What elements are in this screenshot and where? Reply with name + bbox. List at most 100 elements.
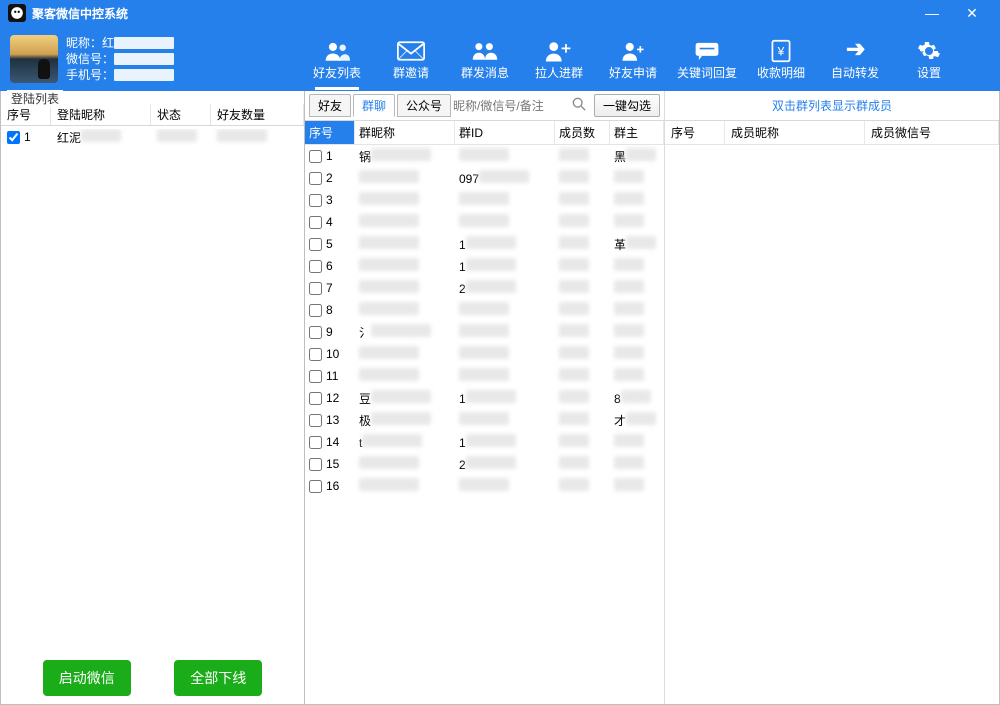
nav-payment-details[interactable]: ¥ 收款明细 [749, 34, 813, 83]
col-owner[interactable]: 群主 [610, 121, 664, 144]
row-checkbox[interactable] [309, 414, 322, 427]
row-checkbox[interactable] [309, 458, 322, 471]
tab-groups[interactable]: 群聊 [353, 94, 395, 117]
nickname-label: 昵称： [66, 35, 102, 51]
offline-all-button[interactable]: 全部下线 [174, 660, 262, 696]
redacted [559, 368, 589, 381]
close-button[interactable]: ✕ [952, 5, 992, 22]
nav-label: 群邀请 [379, 64, 443, 81]
nav-friends-list[interactable]: 好友列表 [305, 34, 369, 83]
row-checkbox[interactable] [309, 370, 322, 383]
group-row[interactable]: 2097 [305, 167, 664, 189]
redacted [459, 412, 509, 425]
col-member-wx[interactable]: 成员微信号 [865, 121, 999, 144]
nav-add-to-group[interactable]: 拉人进群 [527, 34, 591, 83]
group-row[interactable]: 4 [305, 211, 664, 233]
group-row[interactable]: 72 [305, 277, 664, 299]
row-checkbox[interactable] [309, 392, 322, 405]
row-checkbox[interactable] [309, 238, 322, 251]
redacted [114, 53, 174, 65]
group-row[interactable]: 61 [305, 255, 664, 277]
group-row[interactable]: 8 [305, 299, 664, 321]
row-checkbox[interactable] [309, 304, 322, 317]
search-box [453, 97, 592, 114]
row-nick: 红泥 [57, 131, 81, 145]
nav-auto-forward[interactable]: 自动转发 [823, 34, 887, 83]
group-row[interactable]: 12豆18 [305, 387, 664, 409]
col-status[interactable]: 状态 [151, 104, 211, 125]
group-row[interactable]: 9氵 [305, 321, 664, 343]
row-checkbox[interactable] [309, 282, 322, 295]
broadcast-icon [453, 38, 517, 64]
group-row[interactable]: 13极才 [305, 409, 664, 431]
group-row[interactable]: 14t1 [305, 431, 664, 453]
group-row[interactable]: 16 [305, 475, 664, 497]
body: 登陆列表 序号 登陆昵称 状态 好友数量 1 红泥 启动微信 全部下线 好友 群… [0, 91, 1000, 705]
redacted [359, 478, 419, 491]
col-group-name[interactable]: 群昵称 [355, 121, 455, 144]
tab-friends[interactable]: 好友 [309, 94, 351, 117]
nav-label: 好友申请 [601, 64, 665, 81]
friends-icon [305, 38, 369, 64]
redacted [614, 258, 644, 271]
forward-icon [823, 38, 887, 64]
login-row[interactable]: 1 红泥 [1, 126, 304, 148]
nav-friend-request[interactable]: 好友申请 [601, 34, 665, 83]
row-checkbox[interactable] [309, 260, 322, 273]
group-row[interactable]: 10 [305, 343, 664, 365]
redacted [614, 214, 644, 227]
row-checkbox[interactable] [309, 194, 322, 207]
redacted [359, 456, 419, 469]
group-row[interactable]: 152 [305, 453, 664, 475]
group-row[interactable]: 51革 [305, 233, 664, 255]
row-checkbox[interactable] [309, 172, 322, 185]
nav-label: 拉人进群 [527, 64, 591, 81]
row-checkbox[interactable] [309, 150, 322, 163]
row-seq: 16 [326, 479, 339, 493]
start-wechat-button[interactable]: 启动微信 [43, 660, 131, 696]
row-checkbox[interactable] [309, 216, 322, 229]
col-seq[interactable]: 序号 [305, 121, 355, 144]
tab-official[interactable]: 公众号 [397, 94, 451, 117]
redacted [466, 280, 516, 293]
nav-group-invite[interactable]: 群邀请 [379, 34, 443, 83]
nav-settings[interactable]: 设置 [897, 34, 961, 83]
row-seq: 8 [326, 303, 333, 317]
redacted [359, 236, 419, 249]
group-row[interactable]: 11 [305, 365, 664, 387]
envelope-icon [379, 38, 443, 64]
redacted [459, 346, 509, 359]
row-checkbox[interactable] [309, 436, 322, 449]
group-row[interactable]: 3 [305, 189, 664, 211]
group-row[interactable]: 1锅黑 [305, 145, 664, 167]
row-checkbox[interactable] [7, 131, 20, 144]
col-friends[interactable]: 好友数量 [211, 104, 304, 125]
wechat-label: 微信号： [66, 51, 114, 67]
redacted [621, 390, 651, 403]
col-members[interactable]: 成员数 [555, 121, 610, 144]
col-nick[interactable]: 登陆昵称 [51, 104, 151, 125]
redacted [81, 129, 121, 142]
redacted [559, 390, 589, 403]
row-checkbox[interactable] [309, 480, 322, 493]
col-member-nick[interactable]: 成员昵称 [725, 121, 865, 144]
redacted [459, 368, 509, 381]
redacted [559, 412, 589, 425]
search-icon[interactable] [572, 97, 586, 114]
col-seq[interactable]: 序号 [665, 121, 725, 144]
col-seq[interactable]: 序号 [1, 104, 51, 125]
redacted [459, 302, 509, 315]
redacted [459, 478, 509, 491]
row-checkbox[interactable] [309, 348, 322, 361]
search-input[interactable] [453, 99, 566, 113]
check-all-button[interactable]: 一键勾选 [594, 94, 660, 117]
row-checkbox[interactable] [309, 326, 322, 339]
nav-keyword-reply[interactable]: 关键词回复 [675, 34, 739, 83]
redacted [559, 280, 589, 293]
nav-mass-message[interactable]: 群发消息 [453, 34, 517, 83]
group-table-body: 1锅黑20973451革6172 8 9氵101112豆1813极才14t1152 1… [305, 145, 664, 497]
minimize-button[interactable]: — [912, 5, 952, 21]
redacted [359, 258, 419, 271]
row-seq: 9 [326, 325, 333, 339]
col-group-id[interactable]: 群ID [455, 121, 555, 144]
